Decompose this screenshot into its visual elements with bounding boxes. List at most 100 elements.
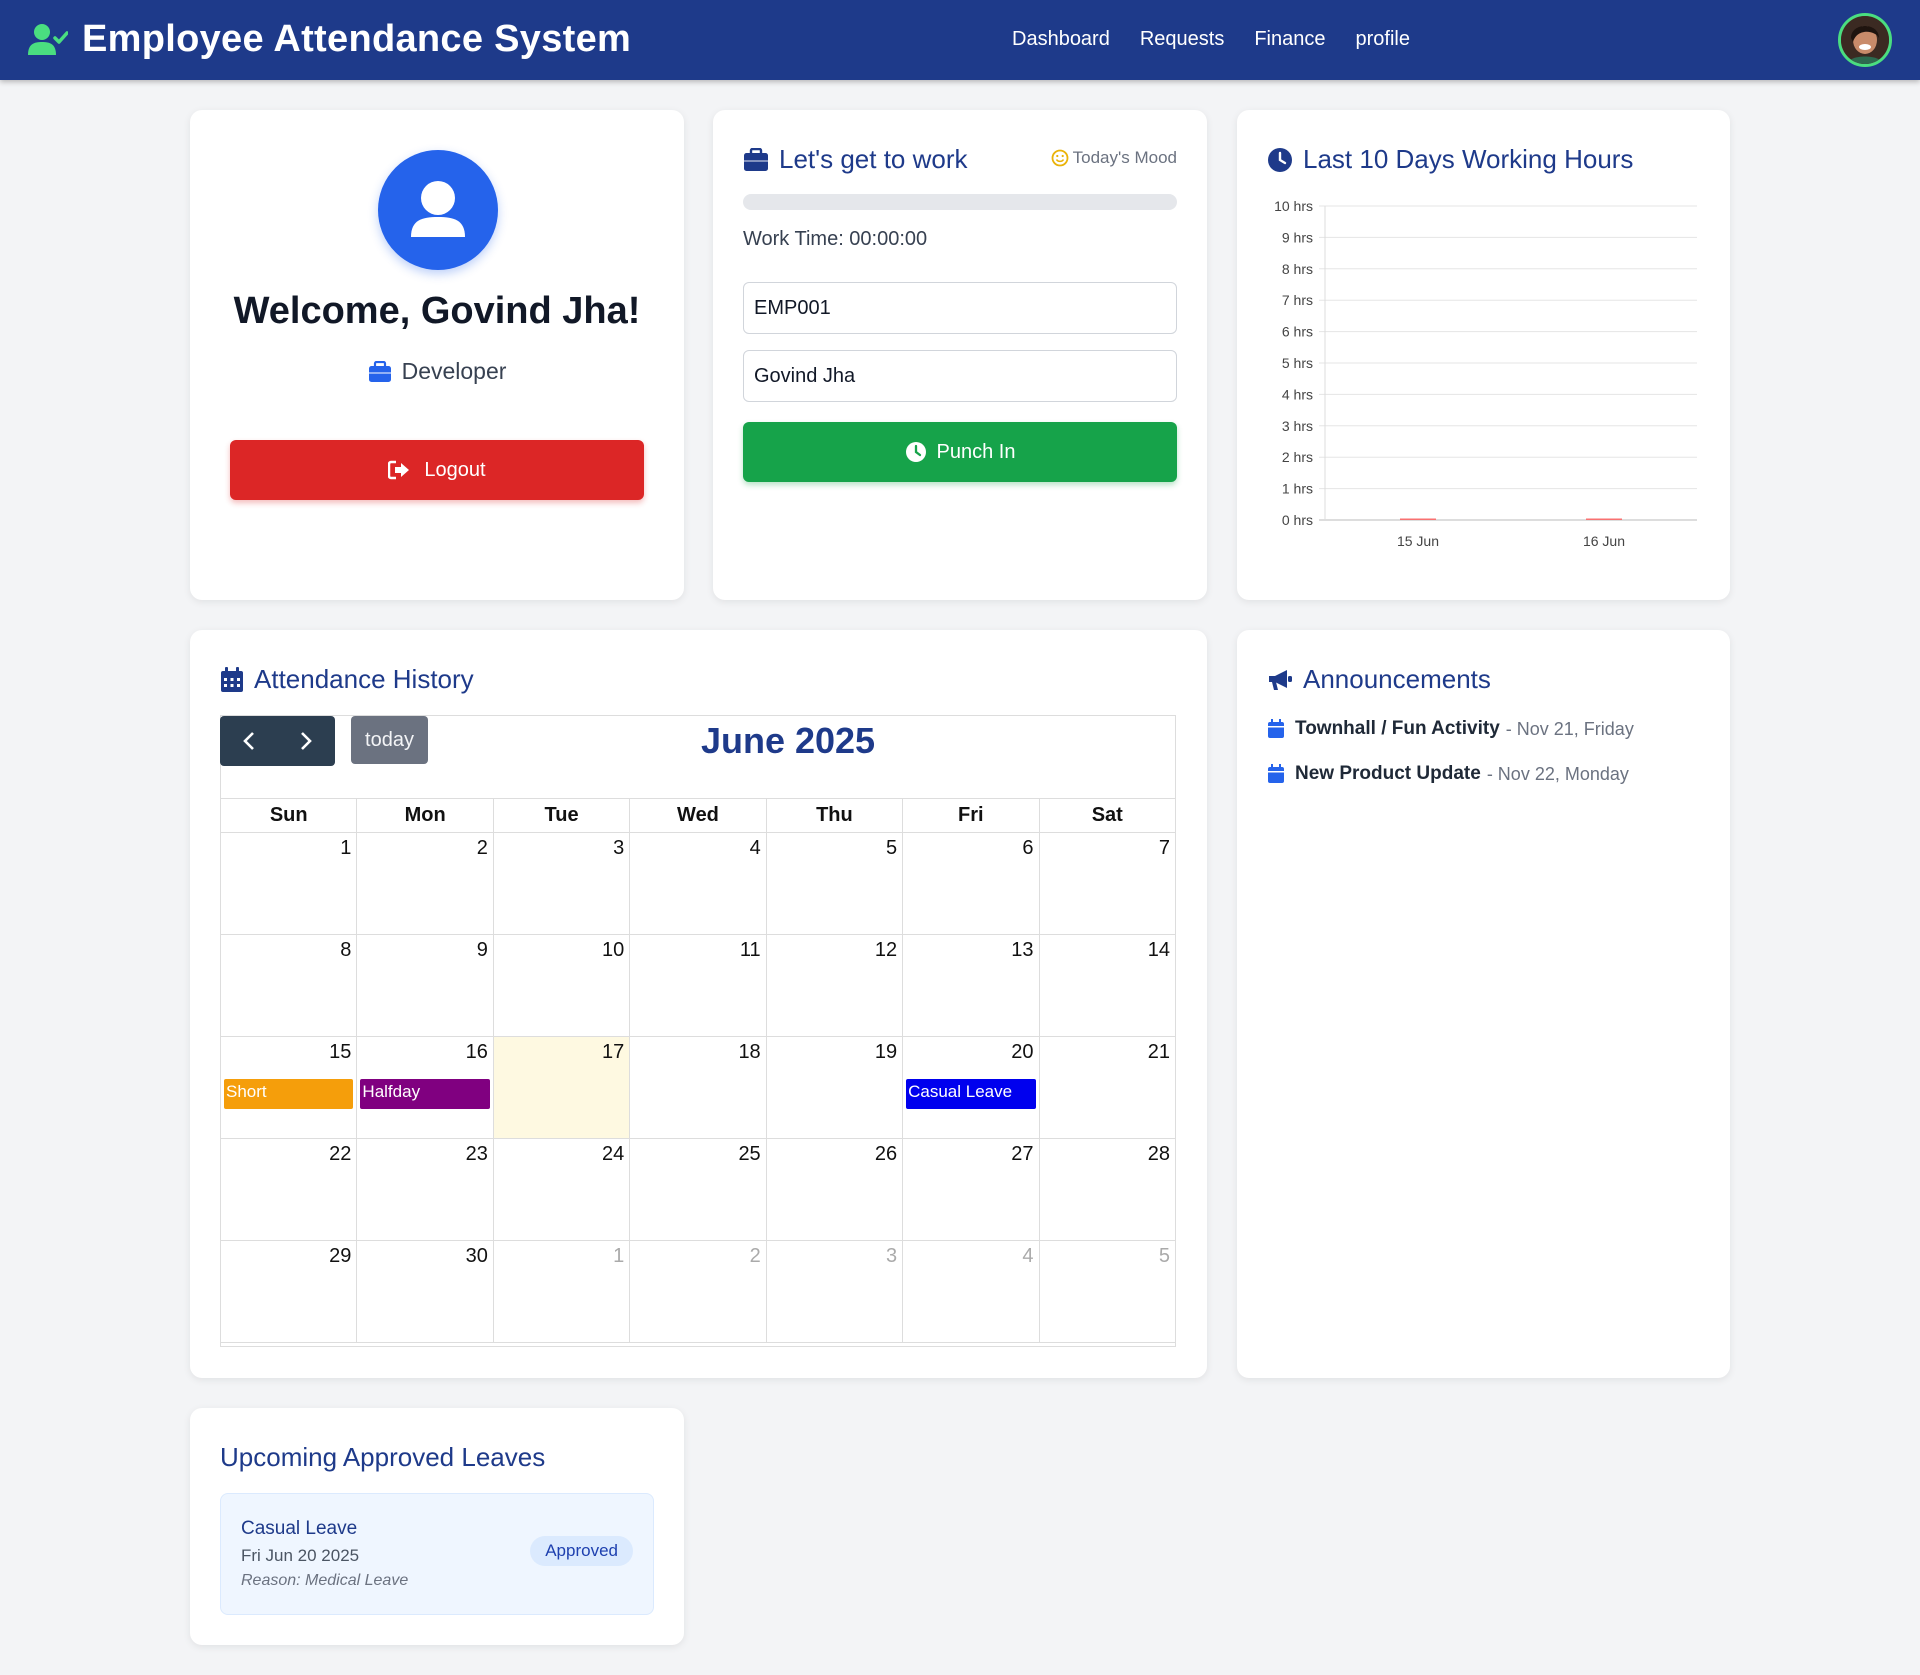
calendar-day-cell[interactable]: 4	[629, 832, 767, 935]
calendar-day-cell[interactable]: 8	[219, 934, 358, 1037]
calendar-day-cell[interactable]: 1	[492, 1240, 631, 1343]
day-number: 24	[602, 1143, 625, 1165]
calendar-day-cell[interactable]: 24	[492, 1138, 631, 1241]
chart-bar[interactable]	[1586, 518, 1622, 521]
mood-selector[interactable]: Today's Mood	[1051, 148, 1177, 168]
day-number: 1	[613, 1245, 625, 1267]
briefcase-icon	[368, 360, 391, 382]
announcement-item[interactable]: New Product Update - Nov 22, Monday	[1267, 763, 1629, 785]
calendar-day-cell[interactable]: 3	[765, 1240, 904, 1343]
work-title-text: Let's get to work	[779, 144, 968, 174]
calendar-day-cell[interactable]: 28	[1038, 1138, 1177, 1241]
calendar-day-cell[interactable]: 22	[219, 1138, 358, 1241]
calendar-day-cell[interactable]: 20 Casual Leave	[902, 1036, 1040, 1139]
calendar-week-row: 8 9 10 11 12 13 14	[219, 934, 1177, 1037]
calendar-day-cell[interactable]: 26	[765, 1138, 904, 1241]
hours-card-title: Last 10 Days Working Hours	[1267, 144, 1633, 175]
calendar-day-cell[interactable]: 4	[902, 1240, 1040, 1343]
attendance-event[interactable]: Halfday	[360, 1079, 490, 1109]
weekday-label: Tue	[492, 798, 631, 833]
calendar-week-row: 1 2 3 4 5 6 7	[219, 832, 1177, 935]
y-tick-label: 10 hrs	[1274, 198, 1313, 214]
announcement-item[interactable]: Townhall / Fun Activity - Nov 21, Friday	[1267, 718, 1634, 740]
prev-month-button[interactable]	[220, 716, 277, 766]
calendar-day-cell[interactable]: 6	[902, 832, 1040, 935]
x-tick-label: 16 Jun	[1583, 533, 1625, 549]
weekday-label: Fri	[902, 798, 1040, 833]
chart-bar[interactable]	[1400, 518, 1436, 521]
calendar-day-cell[interactable]: 5	[765, 832, 904, 935]
calendar-day-cell[interactable]: 12	[765, 934, 904, 1037]
calendar-day-cell[interactable]: 13	[902, 934, 1040, 1037]
logout-button[interactable]: Logout	[230, 440, 644, 500]
weekday-label: Wed	[629, 798, 767, 833]
attendance-event[interactable]: Short	[224, 1079, 354, 1109]
day-number: 12	[874, 939, 898, 961]
calendar-day-cell[interactable]: 27	[902, 1138, 1040, 1241]
leave-item[interactable]: Casual Leave Fri Jun 20 2025 Reason: Med…	[220, 1493, 654, 1615]
employee-name-input[interactable]	[743, 350, 1177, 402]
employee-id-input[interactable]	[743, 282, 1177, 334]
role-label: Developer	[401, 358, 507, 384]
calendar-day-cell[interactable]: 5	[1038, 1240, 1177, 1343]
calendar-day-cell[interactable]: 23	[356, 1138, 494, 1241]
next-month-button[interactable]	[277, 716, 334, 766]
day-number: 4	[749, 837, 761, 859]
calendar-day-cell[interactable]: 21	[1038, 1036, 1177, 1139]
calendar-day-cell[interactable]: 15 Short	[219, 1036, 358, 1139]
calendar-day-cell[interactable]: 2	[629, 1240, 767, 1343]
day-number: 25	[738, 1143, 761, 1165]
user-avatar[interactable]	[1838, 13, 1892, 67]
punch-in-button[interactable]: Punch In	[743, 422, 1177, 482]
y-tick-label: 5 hrs	[1282, 355, 1313, 371]
calendar-day-cell[interactable]: 3	[492, 832, 631, 935]
day-number: 22	[329, 1143, 352, 1165]
calendar-day-cell[interactable]: 2	[356, 832, 494, 935]
y-tick-label: 8 hrs	[1282, 261, 1313, 277]
day-number: 28	[1147, 1143, 1170, 1165]
user-icon	[411, 181, 465, 237]
calendar-day-cell[interactable]: 29	[219, 1240, 358, 1343]
day-number: 2	[749, 1245, 761, 1267]
attendance-card: Attendance History today June 2025 Sun Mo…	[190, 630, 1207, 1378]
attendance-event[interactable]: Casual Leave	[906, 1079, 1036, 1109]
welcome-heading: Welcome, Govind Jha!	[233, 290, 641, 332]
calendar-icon	[1268, 719, 1284, 738]
nav-finance[interactable]: Finance	[1254, 28, 1325, 51]
weekday-label: Sun	[219, 798, 358, 833]
y-tick-label: 7 hrs	[1282, 292, 1313, 308]
day-number: 23	[465, 1143, 488, 1165]
calendar-day-cell[interactable]: 18	[629, 1036, 767, 1139]
day-number: 3	[613, 837, 625, 859]
calendar-day-cell[interactable]: 17	[492, 1036, 631, 1139]
leave-type: Casual Leave	[241, 1518, 358, 1539]
calendar-day-cell[interactable]: 19	[765, 1036, 904, 1139]
calendar-day-cell[interactable]: 7	[1038, 832, 1177, 935]
calendar-day-cell[interactable]: 25	[629, 1138, 767, 1241]
day-number: 10	[602, 939, 625, 961]
calendar-day-cell[interactable]: 9	[356, 934, 494, 1037]
smile-icon	[1051, 149, 1069, 167]
calendar-day-cell[interactable]: 16 Halfday	[356, 1036, 494, 1139]
day-number: 11	[739, 939, 761, 961]
nav-dashboard[interactable]: Dashboard	[1012, 28, 1110, 51]
y-tick-label: 9 hrs	[1282, 229, 1313, 245]
day-number: 3	[885, 1245, 898, 1267]
nav-profile[interactable]: profile	[1356, 28, 1410, 51]
day-number: 8	[340, 939, 352, 961]
calendar-day-cell[interactable]: 30	[356, 1240, 494, 1343]
day-number: 2	[476, 837, 488, 859]
chevron-left-icon	[242, 732, 254, 750]
day-number: 1	[340, 837, 352, 859]
calendar-day-cell[interactable]: 10	[492, 934, 631, 1037]
clock-icon	[905, 442, 926, 462]
today-button[interactable]: today	[351, 716, 428, 764]
nav-requests[interactable]: Requests	[1140, 28, 1225, 51]
calendar-day-cell[interactable]: 11	[629, 934, 767, 1037]
leave-date: Fri Jun 20 2025	[241, 1546, 360, 1565]
calendar-day-cell[interactable]: 14	[1038, 934, 1177, 1037]
announcements-card-title: Announcements	[1267, 664, 1491, 695]
day-number: 17	[602, 1041, 625, 1063]
brand[interactable]: Employee Attendance System	[28, 18, 631, 61]
calendar-day-cell[interactable]: 1	[219, 832, 358, 935]
